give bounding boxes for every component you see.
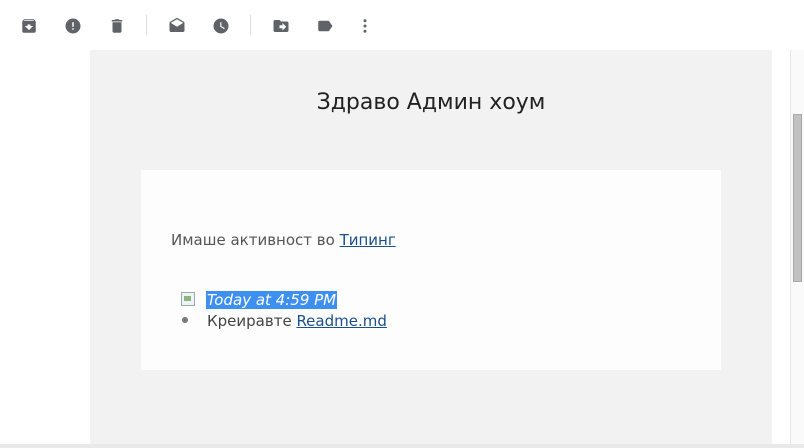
label-icon bbox=[318, 20, 333, 32]
action-text: Креиравте bbox=[207, 312, 297, 330]
message-body: Здраво Админ хоум Имаше активност во Тип… bbox=[0, 50, 790, 448]
list-item: Today at 4:59 PM bbox=[181, 290, 387, 311]
list-item: Креиравте Readme.md bbox=[181, 311, 387, 332]
delete-button[interactable] bbox=[105, 14, 129, 38]
snooze-icon bbox=[213, 18, 229, 34]
email-background: Здраво Админ хоум Имаше активност во Тип… bbox=[90, 50, 772, 448]
activity-link[interactable]: Типинг bbox=[340, 231, 396, 249]
mark-unread-button[interactable] bbox=[165, 14, 189, 38]
archive-button[interactable] bbox=[17, 14, 41, 38]
activity-card: Имаше активност во Типинг Today at 4:59 … bbox=[141, 170, 721, 370]
timestamp: Today at 4:59 PM bbox=[206, 291, 338, 309]
email-greeting: Здраво Админ хоум bbox=[316, 90, 546, 115]
bullet-icon bbox=[182, 317, 188, 323]
label-button[interactable] bbox=[313, 14, 337, 38]
report-spam-icon bbox=[65, 18, 81, 34]
move-to-icon bbox=[273, 20, 289, 32]
vertical-scrollbar[interactable] bbox=[790, 50, 804, 448]
broken-image-icon bbox=[181, 292, 195, 306]
activity-prefix: Имаше активност во bbox=[171, 231, 340, 249]
snooze-button[interactable] bbox=[209, 14, 233, 38]
delete-icon bbox=[111, 19, 123, 33]
more-options-button[interactable] bbox=[353, 14, 377, 38]
message-toolbar bbox=[0, 0, 804, 51]
file-link[interactable]: Readme.md bbox=[296, 312, 386, 330]
bottom-edge bbox=[0, 444, 804, 448]
activity-list: Today at 4:59 PM Креиравте Readme.md bbox=[181, 290, 387, 332]
archive-icon bbox=[22, 19, 36, 33]
mark-unread-icon bbox=[169, 17, 185, 32]
move-to-button[interactable] bbox=[269, 14, 293, 38]
report-spam-button[interactable] bbox=[61, 14, 85, 38]
activity-text: Имаше активност во Типинг bbox=[171, 231, 396, 249]
scrollbar-thumb[interactable] bbox=[793, 114, 802, 282]
toolbar-divider bbox=[146, 15, 147, 35]
more-options-icon bbox=[363, 19, 367, 33]
toolbar-divider bbox=[250, 15, 251, 35]
